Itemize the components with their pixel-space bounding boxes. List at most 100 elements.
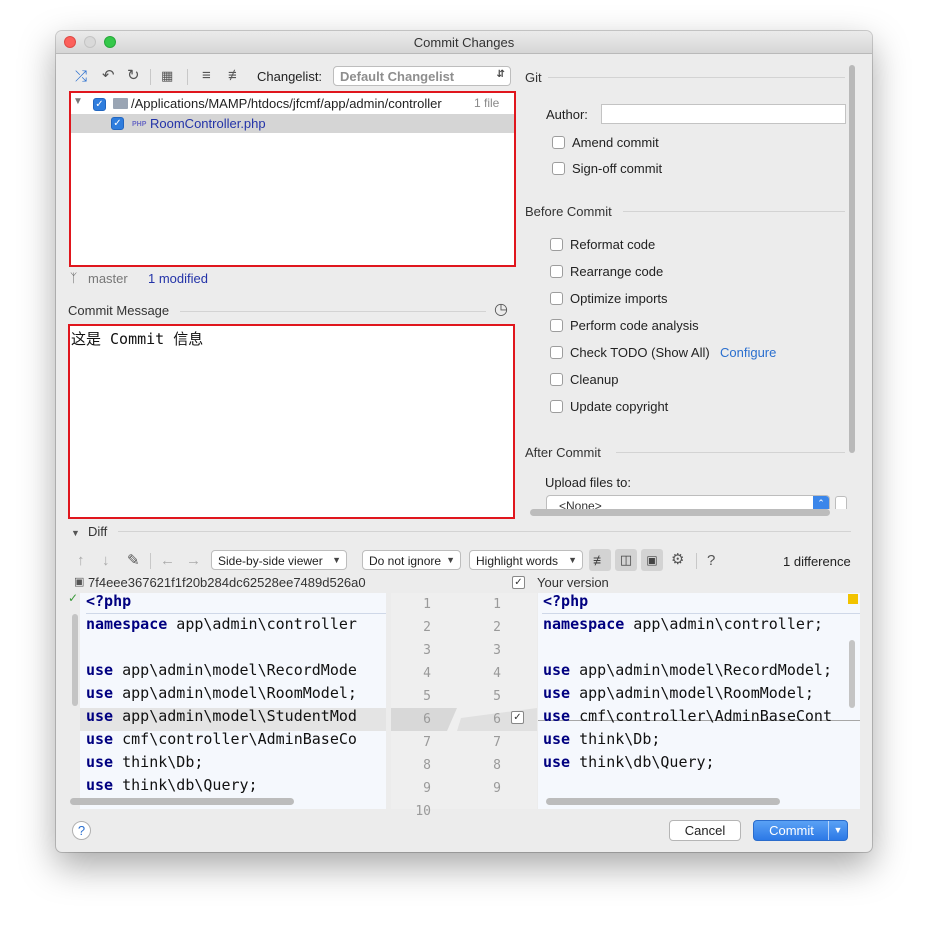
collapse-unchanged-icon[interactable]: ≢ [589,549,611,571]
code-line: namespace app\admin\controller [86,615,357,633]
branch-icon: ᛉ [70,271,78,285]
modified-count-link[interactable]: 1 modified [148,271,208,286]
viewer-mode-value: Side-by-side viewer [218,554,323,568]
collapse-all-icon[interactable]: ≢ [228,68,243,84]
cleanup-label: Cleanup [570,372,619,387]
line-number: 7 [493,735,501,750]
before-commit-header: Before Commit [525,204,612,219]
changelist-select[interactable]: Default Changelist ⇵ [333,66,511,86]
author-label: Author: [546,107,588,122]
cleanup-checkbox[interactable] [550,373,563,386]
viewer-mode-select[interactable]: Side-by-side viewer ▼ [211,550,347,570]
php-file-icon: PHP [132,121,147,128]
include-version-checkbox[interactable]: ✓ [512,576,525,589]
code-analysis-label: Perform code analysis [570,318,699,333]
code-line: <?php [86,593,132,610]
line-number: 5 [423,689,431,704]
options-scrollbar-vertical[interactable] [849,65,855,453]
reformat-code-checkbox[interactable] [550,238,563,251]
lock-icon[interactable]: ▣ [641,549,663,571]
rearrange-code-checkbox[interactable] [550,265,563,278]
highlight-mode-select[interactable]: Highlight words ▼ [469,550,583,570]
line-number: 8 [423,758,431,773]
code-analysis-checkbox[interactable] [550,319,563,332]
diff-help-icon[interactable]: ? [707,552,715,569]
sync-scroll-icon[interactable]: ◫ [615,549,637,571]
check-todo-label: Check TODO (Show All) [570,345,710,360]
right-code-pane[interactable]: <?php namespace app\admin\controller; use… [538,593,860,809]
show-diff-icon[interactable]: ⤮ [75,69,87,85]
left-pane-scrollbar[interactable] [72,614,78,706]
help-button[interactable]: ? [72,821,91,840]
difference-count: 1 difference [783,554,851,569]
code-line: use cmf\controller\AdminBaseCo [86,730,357,748]
reformat-code-label: Reformat code [570,237,656,252]
expand-arrow-icon[interactable]: ▼ [73,96,83,107]
folder-checkbox[interactable]: ✓ [93,98,106,111]
history-clock-icon[interactable]: ◷ [494,299,508,319]
diff-section-label: Diff [88,524,108,539]
group-by-icon[interactable]: ▦ [161,68,173,84]
dropdown-arrow-icon: ▼ [568,555,577,565]
options-scrollbar-horizontal[interactable] [530,509,830,516]
diff-collapse-arrow-icon[interactable]: ▼ [71,528,80,538]
refresh-icon[interactable]: ↻ [127,68,140,84]
upload-server-select[interactable]: <None> ⌃ [546,495,830,509]
right-pane-hscrollbar[interactable] [546,798,780,805]
forward-arrow-icon[interactable]: → [186,553,201,569]
changelist-value: Default Changelist [340,69,455,84]
folder-icon [113,98,128,109]
amend-commit-label: Amend commit [572,135,659,150]
code-line: use app\admin\model\RoomModel; [86,684,357,702]
optimize-imports-checkbox[interactable] [550,292,563,305]
expand-all-icon[interactable]: ≡ [202,68,211,84]
settings-gear-icon[interactable]: ⚙ [671,552,684,568]
author-input[interactable] [601,104,846,124]
update-copyright-label: Update copyright [570,399,669,414]
edit-source-icon[interactable]: ✎ [127,553,140,569]
commit-changes-dialog: Commit Changes ⤮ ↶ ↻ ▦ ≡ ≢ Changelist: D… [56,31,872,852]
code-line: use app\admin\model\RecordModel; [543,661,832,679]
diff-divider [118,531,851,532]
select-arrow-icon: ⌃ [813,496,829,509]
left-pane-hscrollbar[interactable] [70,798,294,805]
line-number: 1 [423,597,431,612]
optimize-imports-label: Optimize imports [570,291,668,306]
dropdown-arrow-icon: ▼ [332,555,341,565]
line-number: 1 [493,597,501,612]
right-code-text: <?php namespace app\admin\controller; use… [543,593,832,797]
left-code-pane[interactable]: <?php namespace app\admin\controller use … [80,593,386,809]
rollback-icon[interactable]: ↶ [102,68,115,84]
check-todo-checkbox[interactable] [550,346,563,359]
back-arrow-icon[interactable]: ← [160,553,175,569]
previous-difference-icon[interactable]: ↑ [77,553,85,569]
signoff-commit-checkbox[interactable] [552,162,565,175]
update-copyright-checkbox[interactable] [550,400,563,413]
commit-message-input[interactable]: 这是 Commit 信息 [68,324,515,519]
lock-icon-small: ▣ [74,576,85,588]
right-pane-scrollbar[interactable] [849,640,855,708]
line-number: 10 [415,804,431,819]
cancel-button[interactable]: Cancel [669,820,741,841]
commit-button[interactable]: Commit ▼ [753,820,848,841]
changes-tree[interactable]: ▼ ✓ /Applications/MAMP/htdocs/jfcmf/app/… [69,91,516,267]
left-line-numbers: 1 2 3 4 5 6 7 8 9 10 [415,593,431,823]
rearrange-code-label: Rearrange code [570,264,664,279]
commit-options-arrow-icon[interactable]: ▼ [828,821,847,840]
warning-marker-icon [848,594,858,604]
git-divider [548,77,845,78]
next-difference-icon[interactable]: ↓ [102,553,110,569]
line-number: 4 [493,666,501,681]
line-number: 3 [493,643,501,658]
branch-name: master [88,271,128,286]
amend-commit-checkbox[interactable] [552,136,565,149]
upload-options-button[interactable] [835,496,847,509]
file-row-room-controller[interactable]: ✓ PHP RoomController.php [71,114,514,133]
apply-change-checkbox[interactable]: ✓ [511,711,524,724]
ignore-whitespace-select[interactable]: Do not ignore ▼ [362,550,461,570]
configure-todo-link[interactable]: Configure [720,345,776,360]
right-line-numbers: 1 2 3 4 5 6 7 8 9 [485,593,501,800]
file-checkbox[interactable]: ✓ [111,117,124,130]
line-number: 7 [423,735,431,750]
line-number: 3 [423,643,431,658]
